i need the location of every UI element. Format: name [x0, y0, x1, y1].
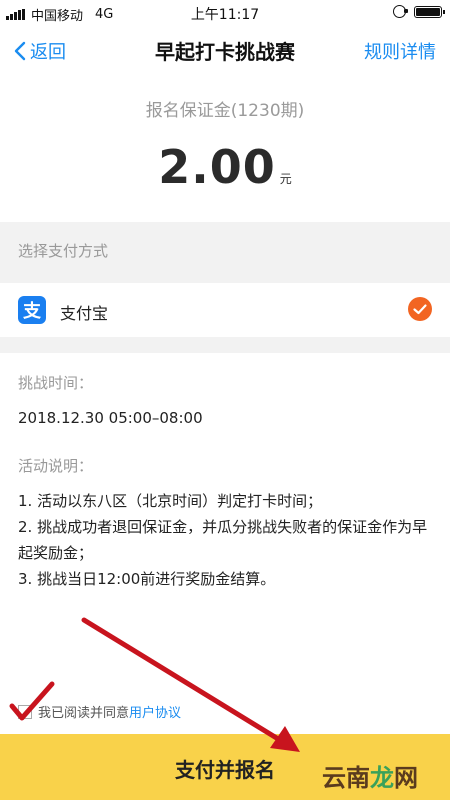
alipay-icon: 支 — [18, 296, 46, 324]
status-bar: 中国移动 4G 上午11:17 — [0, 0, 450, 26]
selected-check-icon[interactable] — [408, 297, 432, 321]
challenge-time-label: 挑战时间： — [18, 374, 94, 392]
activity-desc-label: 活动说明： — [18, 457, 94, 475]
rotation-lock-icon — [393, 5, 408, 18]
currency-unit: 元 — [279, 172, 292, 186]
deposit-amount-row: 2.00 元 — [0, 140, 450, 194]
user-agreement-link[interactable]: 用户协议 — [129, 702, 181, 721]
payment-method-label: 选择支付方式 — [18, 242, 109, 260]
challenge-info: 挑战时间： 2018.12.30 05:00–08:00 活动说明： 1. 活动… — [18, 372, 438, 592]
watermark-char: 网 — [394, 763, 418, 792]
clock: 上午11:17 — [190, 7, 260, 23]
navigation-bar: 返回 早起打卡挑战赛 规则详情 — [0, 26, 450, 74]
payment-option-alipay[interactable]: 支 支付宝 — [0, 283, 450, 337]
svg-text:支: 支 — [22, 300, 42, 322]
rule-item: 2. 挑战成功者退回保证金，并瓜分挑战失败者的保证金作为早起奖励金； — [18, 518, 428, 562]
challenge-time-value: 2018.12.30 05:00–08:00 — [18, 409, 203, 427]
rule-item: 3. 挑战当日12:00前进行奖励金结算。 — [18, 570, 276, 588]
rule-item: 1. 活动以东八区（北京时间）判定打卡时间； — [18, 492, 323, 510]
agreement-text: 我已阅读并同意 — [38, 706, 130, 721]
battery-icon — [414, 5, 445, 18]
deposit-amount: 2.00 — [158, 140, 276, 194]
agreement-row: 我已阅读并同意 用户协议 — [18, 702, 181, 721]
red-arrow-annotation — [81, 617, 300, 752]
watermark-char: 云 — [322, 763, 346, 792]
rules-detail-link[interactable]: 规则详情 — [364, 38, 436, 64]
watermark-char: 南 — [346, 763, 370, 792]
section-divider — [0, 337, 450, 353]
payment-method-name: 支付宝 — [60, 304, 109, 323]
watermark-char: 龙 — [370, 763, 394, 792]
deposit-label: 报名保证金(1230期) — [145, 101, 305, 121]
rules-list: 1. 活动以东八区（北京时间）判定打卡时间； 2. 挑战成功者退回保证金，并瓜分… — [18, 488, 438, 592]
status-right — [393, 5, 445, 18]
watermark-logo: 云南龙网 — [322, 758, 418, 793]
agreement-checkbox[interactable] — [18, 704, 32, 719]
